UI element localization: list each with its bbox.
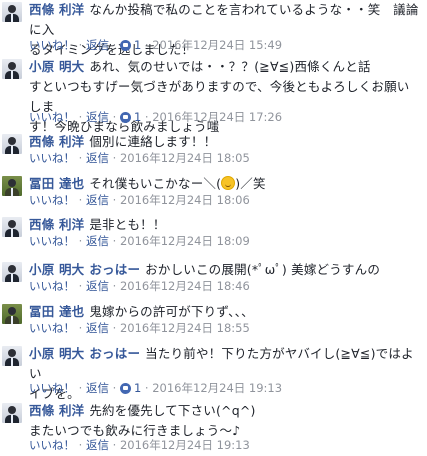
avatar[interactable] (2, 2, 22, 22)
avatar[interactable] (2, 403, 22, 423)
reply-link[interactable]: 返信 (86, 151, 109, 165)
like-link[interactable]: いいね！ (29, 110, 75, 124)
comment-meta: いいね！ · 返信 · 1 · 2016年12月24日 17:26 (29, 110, 283, 124)
reply-link[interactable]: 返信 (86, 438, 109, 452)
like-count[interactable]: 1 (134, 381, 141, 395)
like-count[interactable]: 1 (134, 38, 141, 52)
comment-author[interactable]: 冨田 達也 (29, 176, 84, 191)
comment-meta: いいね！ · 返信 · 2016年12月24日 18:06 (29, 193, 250, 207)
avatar[interactable] (2, 304, 22, 324)
mention-link[interactable]: おっはー (89, 262, 140, 277)
comment-author[interactable]: 西條 利洋 (29, 2, 84, 17)
comment-text: 鬼嫁からの許可が下りず、、、 (89, 304, 254, 319)
comment-author[interactable]: 小原 明大 (29, 346, 84, 361)
avatar[interactable] (2, 59, 22, 79)
comment-meta: いいね！ · 返信 · 2016年12月24日 18:46 (29, 279, 250, 293)
comment-body: 冨田 達也 それ僕もいこかなー＼( )／笑 (29, 174, 421, 194)
comment-meta: いいね！ · 返信 · 1 · 2016年12月24日 19:13 (29, 381, 283, 395)
comment-text: 当たり前や！下りた方がヤバイし(≧∀≦)ではよい (29, 346, 414, 381)
avatar[interactable] (2, 346, 22, 366)
avatar[interactable] (2, 134, 22, 154)
comment-meta: いいね！ · 返信 · 2016年12月24日 18:05 (29, 151, 250, 165)
timestamp[interactable]: 2016年12月24日 18:09 (120, 234, 250, 248)
comment-author[interactable]: 冨田 達也 (29, 304, 84, 319)
comment-author[interactable]: 西條 利洋 (29, 134, 84, 149)
comment-author[interactable]: 西條 利洋 (29, 217, 84, 232)
like-link[interactable]: いいね！ (29, 279, 75, 293)
comment-body: 西條 利洋 先約を優先して下さい(^q^) またいつでも飲みに行きましょう〜♪ (29, 401, 421, 441)
comment-author[interactable]: 小原 明大 (29, 262, 84, 277)
timestamp[interactable]: 2016年12月24日 18:55 (120, 321, 250, 335)
comment-text: またいつでも飲みに行きましょう〜♪ (29, 423, 241, 438)
reply-link[interactable]: 返信 (86, 38, 109, 52)
timestamp[interactable]: 2016年12月24日 18:05 (120, 151, 250, 165)
mention-link[interactable]: おっはー (89, 346, 140, 361)
comment-body: 小原 明大 おっはー おかしいこの展開(*ﾟωﾟ) 美嫁どうすんの (29, 260, 421, 280)
comment-thread: 西條 利洋 なんか投稿で私のことを言われているような・・笑 議論に入 るタイミング… (0, 0, 427, 456)
like-icon (119, 112, 131, 123)
like-link[interactable]: いいね！ (29, 381, 75, 395)
comment-text: それ僕もいこかなー＼( (89, 176, 222, 191)
comment-body: 西條 利洋 個別に連絡します！！ (29, 132, 421, 152)
like-link[interactable]: いいね！ (29, 151, 75, 165)
like-link[interactable]: いいね！ (29, 38, 75, 52)
reply-link[interactable]: 返信 (86, 234, 109, 248)
comment-text: おかしいこの展開(*ﾟωﾟ) 美嫁どうすんの (145, 262, 381, 277)
timestamp[interactable]: 2016年12月24日 18:46 (120, 279, 250, 293)
reply-link[interactable]: 返信 (86, 193, 109, 207)
comment-author[interactable]: 西條 利洋 (29, 403, 84, 418)
comment-body: 西條 利洋 是非とも！！ (29, 215, 421, 235)
reply-link[interactable]: 返信 (86, 110, 109, 124)
comment-text: あれ、気のせいでは・・？？(≧∀≦)西條くんと話 (89, 59, 371, 74)
comment-text: )／笑 (235, 176, 266, 191)
like-icon (119, 383, 131, 394)
timestamp[interactable]: 2016年12月24日 18:06 (120, 193, 250, 207)
like-link[interactable]: いいね！ (29, 321, 75, 335)
comment-meta: いいね！ · 返信 · 1 · 2016年12月24日 15:49 (29, 38, 283, 52)
timestamp[interactable]: 2016年12月24日 19:13 (152, 381, 282, 395)
comment-text: なんか投稿で私のことを言われているような・・笑 議論に入 (29, 2, 419, 37)
timestamp[interactable]: 2016年12月24日 19:13 (120, 438, 250, 452)
comment-meta: いいね！ · 返信 · 2016年12月24日 19:13 (29, 438, 250, 452)
reply-link[interactable]: 返信 (86, 279, 109, 293)
comment-author[interactable]: 小原 明大 (29, 59, 84, 74)
comment-body: 小原 明大 あれ、気のせいでは・・？？(≧∀≦)西條くんと話 すといつもすげー気づ… (29, 57, 421, 137)
avatar[interactable] (2, 176, 22, 196)
comment-meta: いいね！ · 返信 · 2016年12月24日 18:09 (29, 234, 250, 248)
comment-text: 個別に連絡します！！ (89, 134, 217, 149)
like-count[interactable]: 1 (134, 110, 141, 124)
avatar[interactable] (2, 217, 22, 237)
timestamp[interactable]: 2016年12月24日 15:49 (152, 38, 282, 52)
like-link[interactable]: いいね！ (29, 438, 75, 452)
reply-link[interactable]: 返信 (86, 321, 109, 335)
reply-link[interactable]: 返信 (86, 381, 109, 395)
comment-text: 先約を優先して下さい(^q^) (89, 403, 256, 418)
like-link[interactable]: いいね！ (29, 234, 75, 248)
smile-emoji-icon (221, 176, 236, 190)
like-icon (119, 40, 131, 51)
comment-meta: いいね！ · 返信 · 2016年12月24日 18:55 (29, 321, 250, 335)
comment-body: 冨田 達也 鬼嫁からの許可が下りず、、、 (29, 302, 421, 322)
timestamp[interactable]: 2016年12月24日 17:26 (152, 110, 282, 124)
comment-text: 是非とも！！ (89, 217, 166, 232)
like-link[interactable]: いいね！ (29, 193, 75, 207)
avatar[interactable] (2, 262, 22, 282)
